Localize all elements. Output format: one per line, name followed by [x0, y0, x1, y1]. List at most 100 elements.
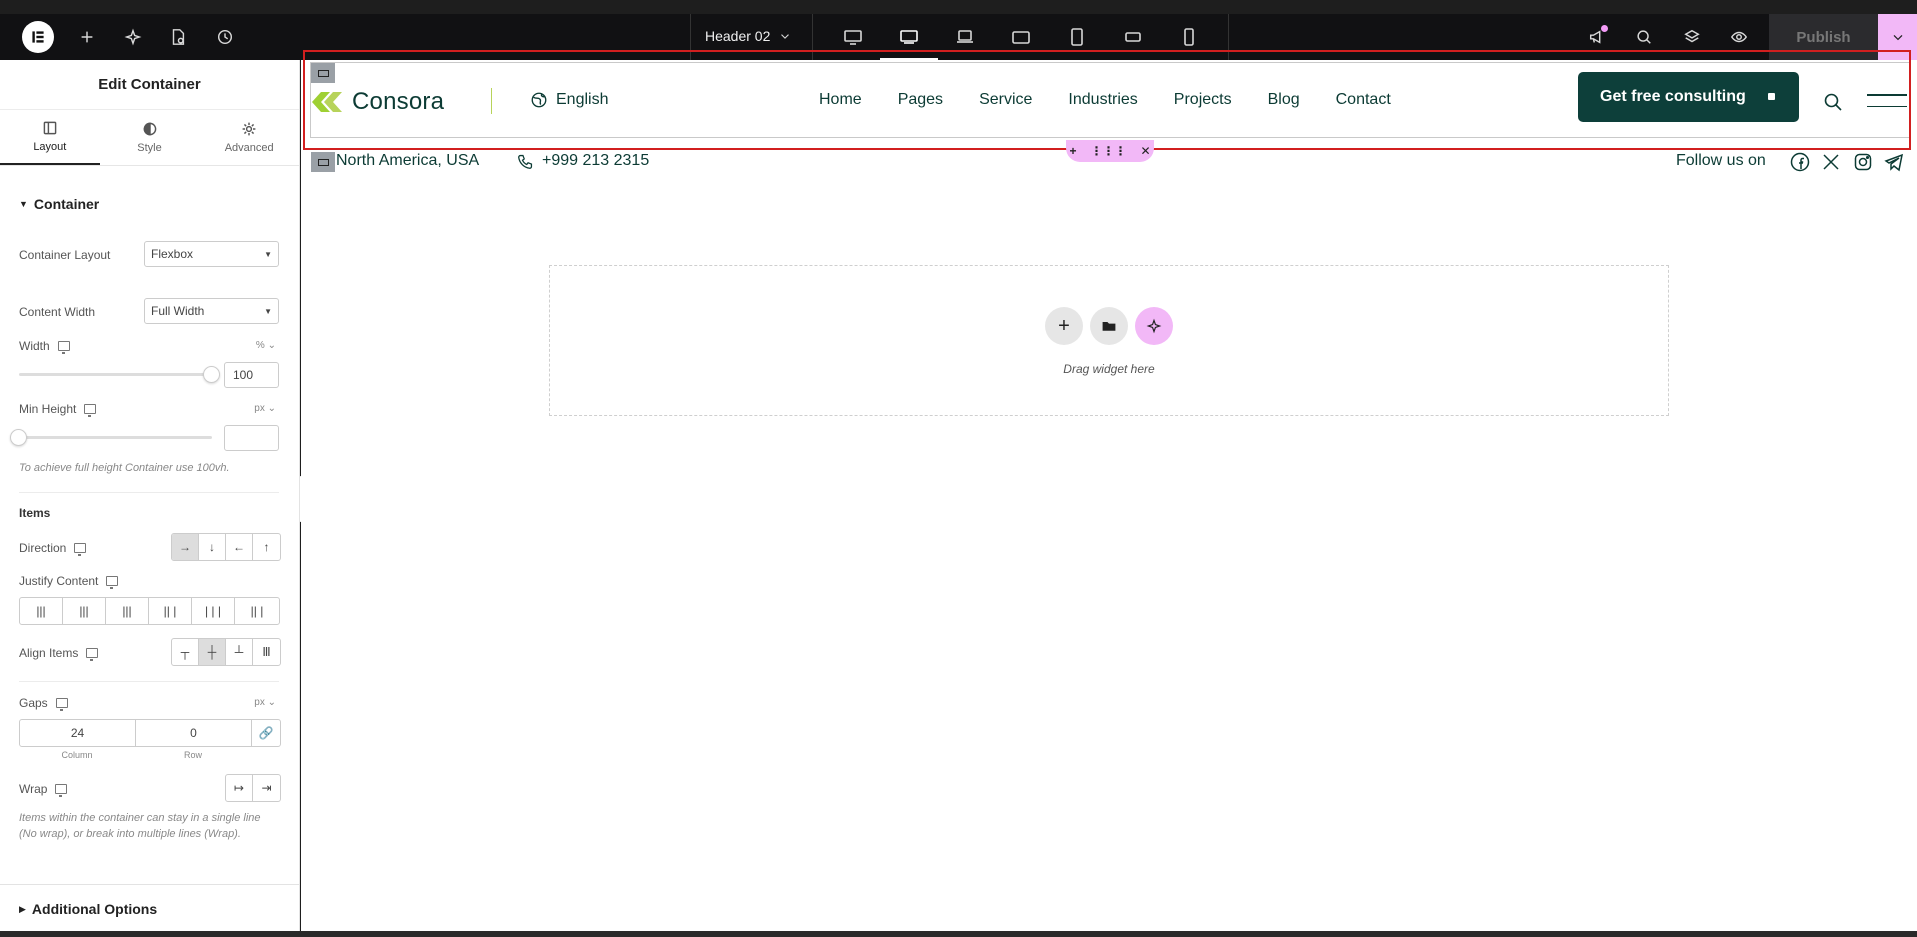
style-icon — [143, 122, 156, 136]
device-widescreen-button[interactable] — [894, 22, 924, 52]
justify-space-evenly-button[interactable]: || | — [235, 598, 279, 624]
direction-column-reverse-button[interactable]: ↑ — [253, 534, 280, 560]
gap-column-caption: Column — [61, 750, 93, 760]
container-section-toggle[interactable]: ▼ Container — [19, 196, 99, 212]
x-link[interactable] — [1821, 152, 1841, 172]
content-width-select[interactable]: Full Width ▼ — [144, 298, 279, 324]
responsive-desktop-icon[interactable] — [74, 543, 87, 556]
device-tablet-button[interactable] — [1062, 22, 1092, 52]
align-end-icon: ┴ — [234, 645, 244, 659]
top-info-bar: North America, USA +999 213 2315 Follow … — [310, 152, 1910, 174]
notifications-button[interactable] — [1582, 22, 1612, 52]
width-unit: % — [255, 340, 265, 351]
device-desktop-button[interactable] — [838, 22, 868, 52]
min-height-label: Min Height — [19, 402, 77, 416]
device-tablet-landscape-button[interactable] — [1006, 22, 1036, 52]
responsive-desktop-icon[interactable] — [106, 576, 119, 589]
caret-right-icon: ▶ — [19, 903, 26, 914]
responsive-desktop-icon[interactable] — [57, 341, 70, 354]
responsive-desktop-icon[interactable] — [84, 404, 97, 417]
width-label: Width — [19, 339, 50, 353]
min-height-unit-select[interactable]: px ⌄ — [254, 403, 276, 414]
layout-icon — [43, 121, 57, 135]
justify-space-between-icon: || | — [163, 604, 177, 618]
gap-column-value: 24 — [70, 726, 85, 740]
gaps-unit-select[interactable]: px ⌄ — [254, 697, 276, 708]
telegram-link[interactable] — [1884, 152, 1904, 172]
align-stretch-button[interactable]: Ⅲ — [253, 639, 280, 665]
align-start-icon: ┬ — [180, 645, 190, 659]
responsive-desktop-icon[interactable] — [55, 784, 68, 797]
ai-sparkle-button[interactable] — [118, 22, 148, 52]
tablet-icon — [1071, 28, 1083, 46]
plus-icon — [81, 31, 93, 43]
instagram-icon — [1854, 153, 1872, 171]
wrap-buttons: ↦ ⇥ — [225, 774, 281, 802]
gap-row-input[interactable]: 0 — [136, 720, 252, 746]
device-mobile-button[interactable] — [1174, 22, 1204, 52]
empty-container-dropzone[interactable]: + Drag widget here — [549, 265, 1669, 416]
laptop-icon — [957, 30, 973, 43]
width-input[interactable]: 100 — [224, 362, 279, 388]
device-mobile-landscape-button[interactable] — [1118, 22, 1148, 52]
justify-start-button[interactable]: ||| — [20, 598, 63, 624]
facebook-link[interactable] — [1790, 152, 1810, 172]
panel-footer-divider — [0, 884, 300, 885]
document-name: Header 02 — [705, 28, 771, 44]
panel-tabs: Layout Style Advanced — [0, 110, 299, 166]
width-slider[interactable] — [19, 366, 220, 383]
info-container-handle[interactable] — [311, 152, 335, 172]
elementor-logo-icon — [32, 31, 44, 43]
gap-column-input[interactable]: 24 — [20, 720, 136, 746]
container-layout-select[interactable]: Flexbox ▼ — [144, 241, 279, 267]
justify-end-button[interactable]: ||| — [106, 598, 149, 624]
structure-button[interactable] — [1677, 22, 1707, 52]
page-settings-button[interactable] — [163, 22, 193, 52]
finder-search-button[interactable] — [1629, 22, 1659, 52]
gaps-inputs: 24 0 🔗 — [19, 719, 281, 747]
additional-options-toggle[interactable]: ▶ Additional Options — [19, 901, 157, 917]
gap-link-button[interactable]: 🔗 — [252, 720, 280, 746]
direction-column-button[interactable]: ↓ — [199, 534, 226, 560]
justify-space-between-button[interactable]: || | — [149, 598, 192, 624]
min-height-slider-knob[interactable] — [10, 429, 27, 446]
responsive-desktop-icon[interactable] — [55, 698, 68, 711]
width-unit-select[interactable]: % ⌄ — [256, 340, 276, 351]
elementor-logo-button[interactable] — [22, 21, 54, 53]
add-new-container-button[interactable]: + — [1045, 307, 1083, 345]
justify-center-button[interactable]: ||| — [63, 598, 106, 624]
no-wrap-button[interactable]: ↦ — [226, 775, 253, 801]
no-wrap-icon: ↦ — [233, 781, 245, 795]
justify-space-around-button[interactable]: | | | — [192, 598, 235, 624]
direction-label: Direction — [19, 541, 67, 555]
min-height-input[interactable] — [224, 425, 279, 451]
ai-generate-button[interactable] — [1135, 307, 1173, 345]
add-element-button[interactable] — [72, 22, 102, 52]
preview-button[interactable] — [1724, 22, 1754, 52]
align-center-icon: ┼ — [207, 645, 217, 659]
phone-icon — [518, 154, 533, 169]
responsive-desktop-icon[interactable] — [86, 648, 99, 661]
phone-link[interactable]: +999 213 2315 — [517, 152, 649, 170]
device-laptop-button[interactable] — [950, 22, 980, 52]
wrap-button[interactable]: ⇥ — [253, 775, 280, 801]
align-end-button[interactable]: ┴ — [226, 639, 253, 665]
direction-row-button[interactable]: → — [172, 534, 199, 560]
caret-down-icon: ▼ — [264, 249, 272, 259]
direction-row-reverse-button[interactable]: ← — [226, 534, 253, 560]
tab-layout[interactable]: Layout — [0, 110, 100, 165]
width-slider-knob[interactable] — [203, 366, 220, 383]
items-title: Items — [19, 506, 51, 520]
instagram-link[interactable] — [1853, 152, 1873, 172]
add-template-button[interactable] — [1090, 307, 1128, 345]
container-handle-icon — [317, 158, 329, 166]
align-center-button[interactable]: ┼ — [199, 639, 226, 665]
document-name-dropdown[interactable]: Header 02 — [705, 28, 792, 44]
tab-style[interactable]: Style — [100, 110, 200, 165]
tab-advanced[interactable]: Advanced — [199, 110, 299, 165]
content-width-label: Content Width — [19, 305, 96, 319]
min-height-slider[interactable] — [10, 429, 212, 446]
history-button[interactable] — [210, 22, 240, 52]
align-start-button[interactable]: ┬ — [172, 639, 199, 665]
wrap-hint: Items within the container can stay in a… — [19, 812, 261, 840]
